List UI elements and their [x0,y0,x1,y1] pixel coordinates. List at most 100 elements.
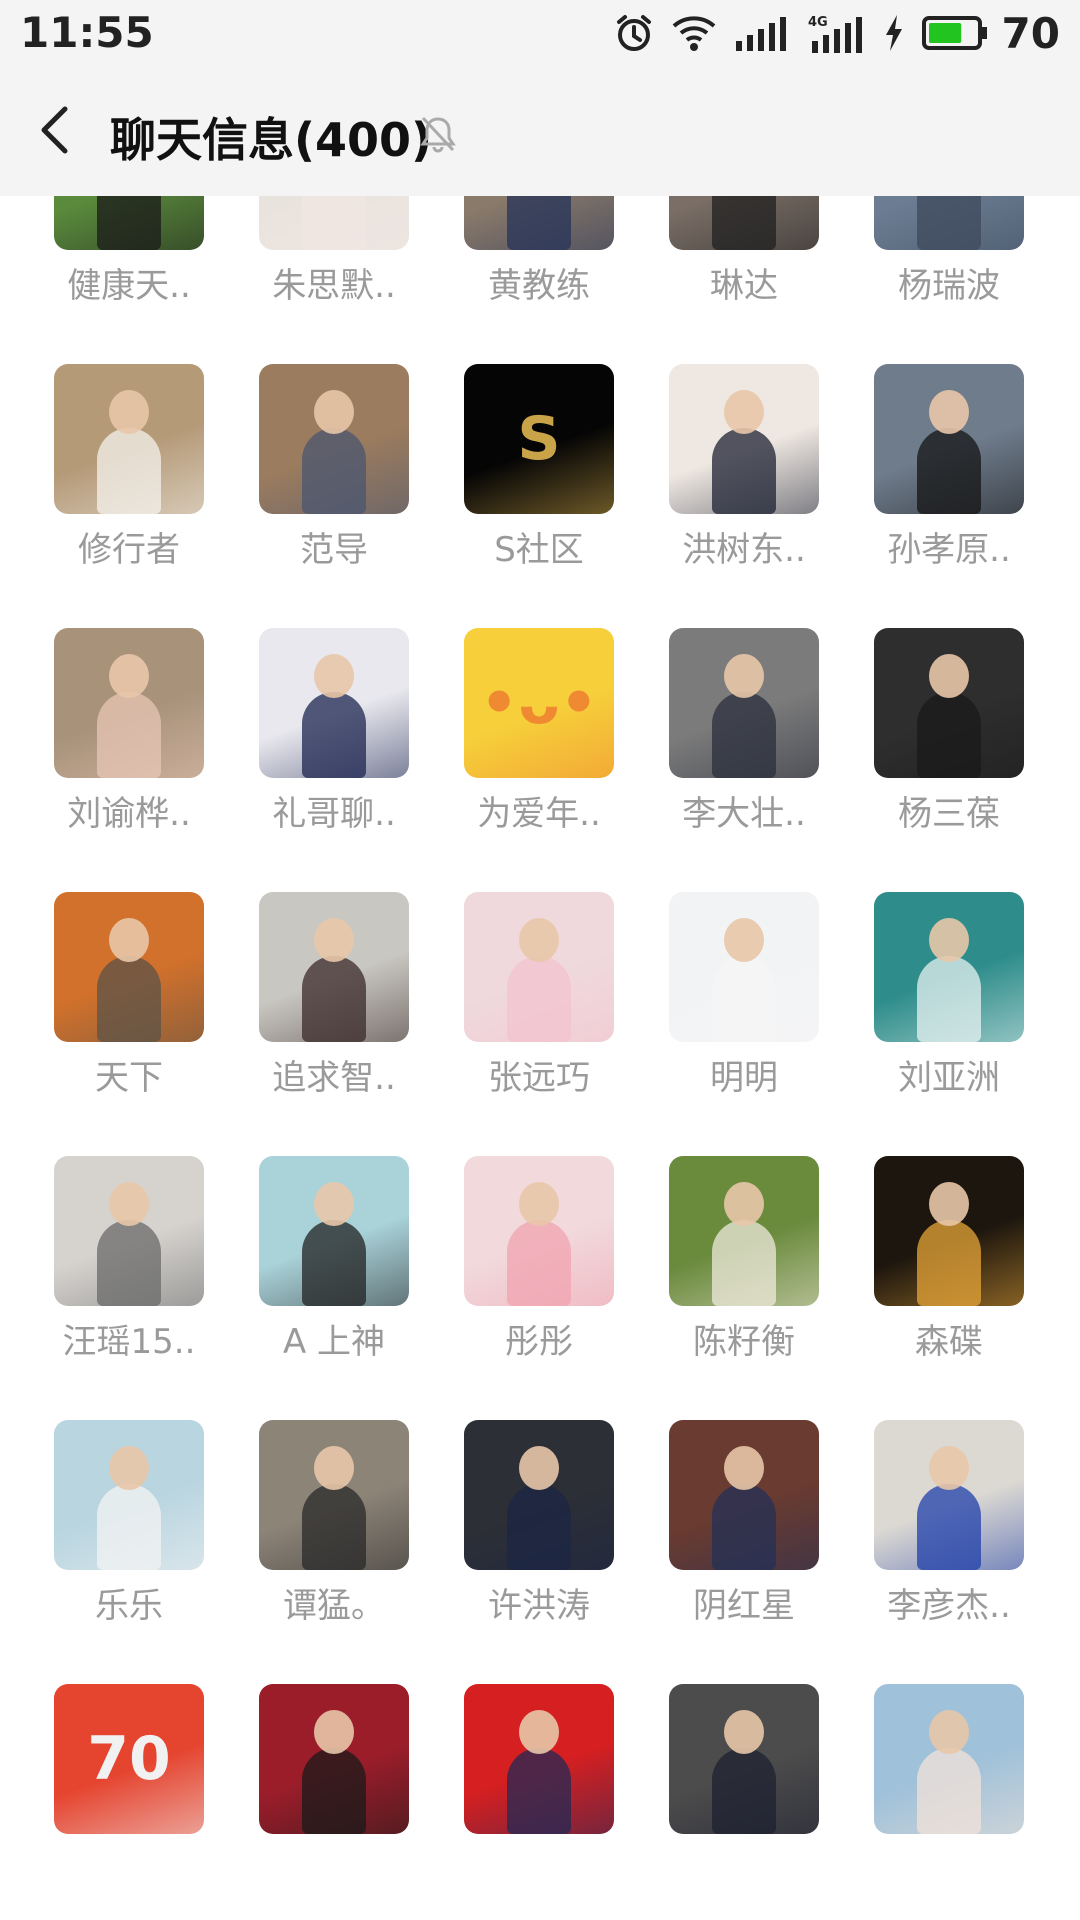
member-item[interactable]: 谭猛。 [231,1420,437,1626]
member-name: S社区 [494,530,584,570]
member-item[interactable]: 刘谕桦.. [26,628,232,834]
member-item[interactable]: •ᴗ• 为爱年.. [436,628,642,834]
member-item[interactable]: 刘亚洲 [846,892,1052,1098]
member-item[interactable]: 天下 [26,892,232,1098]
member-item[interactable]: 许洪涛 [436,1420,642,1626]
member-avatar [874,1684,1024,1834]
member-item[interactable]: 洪树东.. [641,364,847,570]
member-name: 许洪涛 [488,1586,590,1626]
member-item[interactable]: 乐乐 [26,1420,232,1626]
member-item[interactable]: 孙孝原.. [846,364,1052,570]
member-item[interactable] [436,1684,642,1850]
avatar-figure-head [314,390,354,434]
member-item[interactable]: 追求智.. [231,892,437,1098]
member-avatar [874,1420,1024,1570]
avatar-figure-body [302,1484,366,1570]
avatar-figure-body [507,1484,571,1570]
member-item[interactable]: 朱思默.. [231,196,437,306]
avatar-figure-body [97,428,161,514]
member-item[interactable]: 汪瑶15.. [26,1156,232,1362]
member-avatar [259,1684,409,1834]
member-avatar [54,1420,204,1570]
member-item[interactable]: A 上神 [231,1156,437,1362]
member-item[interactable]: 森碟 [846,1156,1052,1362]
member-name: 张远巧 [488,1058,590,1098]
avatar-figure-head [929,390,969,434]
member-item[interactable]: 李大壮.. [641,628,847,834]
avatar-figure-body [917,428,981,514]
member-name: 明明 [710,1058,778,1098]
avatar-glyph: •ᴗ• [480,668,598,738]
member-avatar [669,628,819,778]
member-item[interactable]: 黄教练 [436,196,642,306]
avatar-figure-head [519,1182,559,1226]
back-button[interactable] [26,102,82,162]
member-name: 森碟 [915,1322,983,1362]
member-item[interactable] [846,1684,1052,1850]
member-avatar [669,892,819,1042]
member-name: 黄教练 [488,266,590,306]
member-avatar [464,196,614,250]
member-item[interactable]: 李彦杰.. [846,1420,1052,1626]
avatar-figure-body [712,1748,776,1834]
member-item[interactable]: 彤彤 [436,1156,642,1362]
member-item[interactable]: 明明 [641,892,847,1098]
member-item[interactable] [231,1684,437,1850]
member-item[interactable]: 杨瑞波 [846,196,1052,306]
avatar-figure-head [314,1182,354,1226]
avatar-figure-body [507,196,571,250]
member-item[interactable] [641,1684,847,1850]
member-item[interactable]: 范导 [231,364,437,570]
avatar-figure-head [109,654,149,698]
member-item[interactable]: 杨三葆 [846,628,1052,834]
member-item[interactable]: 张远巧 [436,892,642,1098]
signal-icon [734,15,790,51]
member-avatar [464,892,614,1042]
avatar-figure-head [724,1710,764,1754]
avatar-figure-body [302,196,366,250]
member-item[interactable]: 礼哥聊.. [231,628,437,834]
avatar-figure-body [712,196,776,250]
member-name: 礼哥聊.. [272,794,396,834]
member-avatar [54,892,204,1042]
status-icons: 4G 70 [614,9,1060,58]
avatar-glyph: 70 [87,1724,171,1794]
member-name: 孙孝原.. [887,530,1011,570]
member-item[interactable]: 陈籽衡 [641,1156,847,1362]
avatar-figure-body [302,1748,366,1834]
member-name: 陈籽衡 [693,1322,795,1362]
avatar-figure-body [97,692,161,778]
member-item[interactable]: 修行者 [26,364,232,570]
avatar-figure-head [929,1182,969,1226]
avatar-figure-head [724,1446,764,1490]
avatar-figure-head [724,918,764,962]
member-item[interactable]: S S社区 [436,364,642,570]
member-avatar [259,364,409,514]
member-avatar [54,196,204,250]
avatar-figure-body [712,1484,776,1570]
member-avatar [259,1420,409,1570]
avatar-figure-body [712,956,776,1042]
member-item[interactable]: 健康天.. [26,196,232,306]
page-title: 聊天信息(400) [110,113,433,167]
member-avatar [464,1684,614,1834]
avatar-figure-head [109,1182,149,1226]
member-item[interactable]: 琳达 [641,196,847,306]
avatar-figure-body [712,428,776,514]
member-item[interactable]: 阴红星 [641,1420,847,1626]
member-item[interactable]: 70 [26,1684,232,1850]
battery-icon [921,15,988,51]
4g-signal-icon: 4G [808,13,866,53]
member-avatar: 70 [54,1684,204,1834]
member-avatar [54,1156,204,1306]
member-name: 汪瑶15.. [62,1322,196,1362]
member-name: 杨瑞波 [898,266,1000,306]
member-name: 李彦杰.. [887,1586,1011,1626]
member-name: 谭猛。 [283,1586,385,1626]
member-name: 刘亚洲 [898,1058,1000,1098]
avatar-figure-head [519,1710,559,1754]
member-name: 阴红星 [693,1586,795,1626]
member-avatar [669,1156,819,1306]
avatar-figure-head [929,654,969,698]
avatar-figure-head [314,654,354,698]
